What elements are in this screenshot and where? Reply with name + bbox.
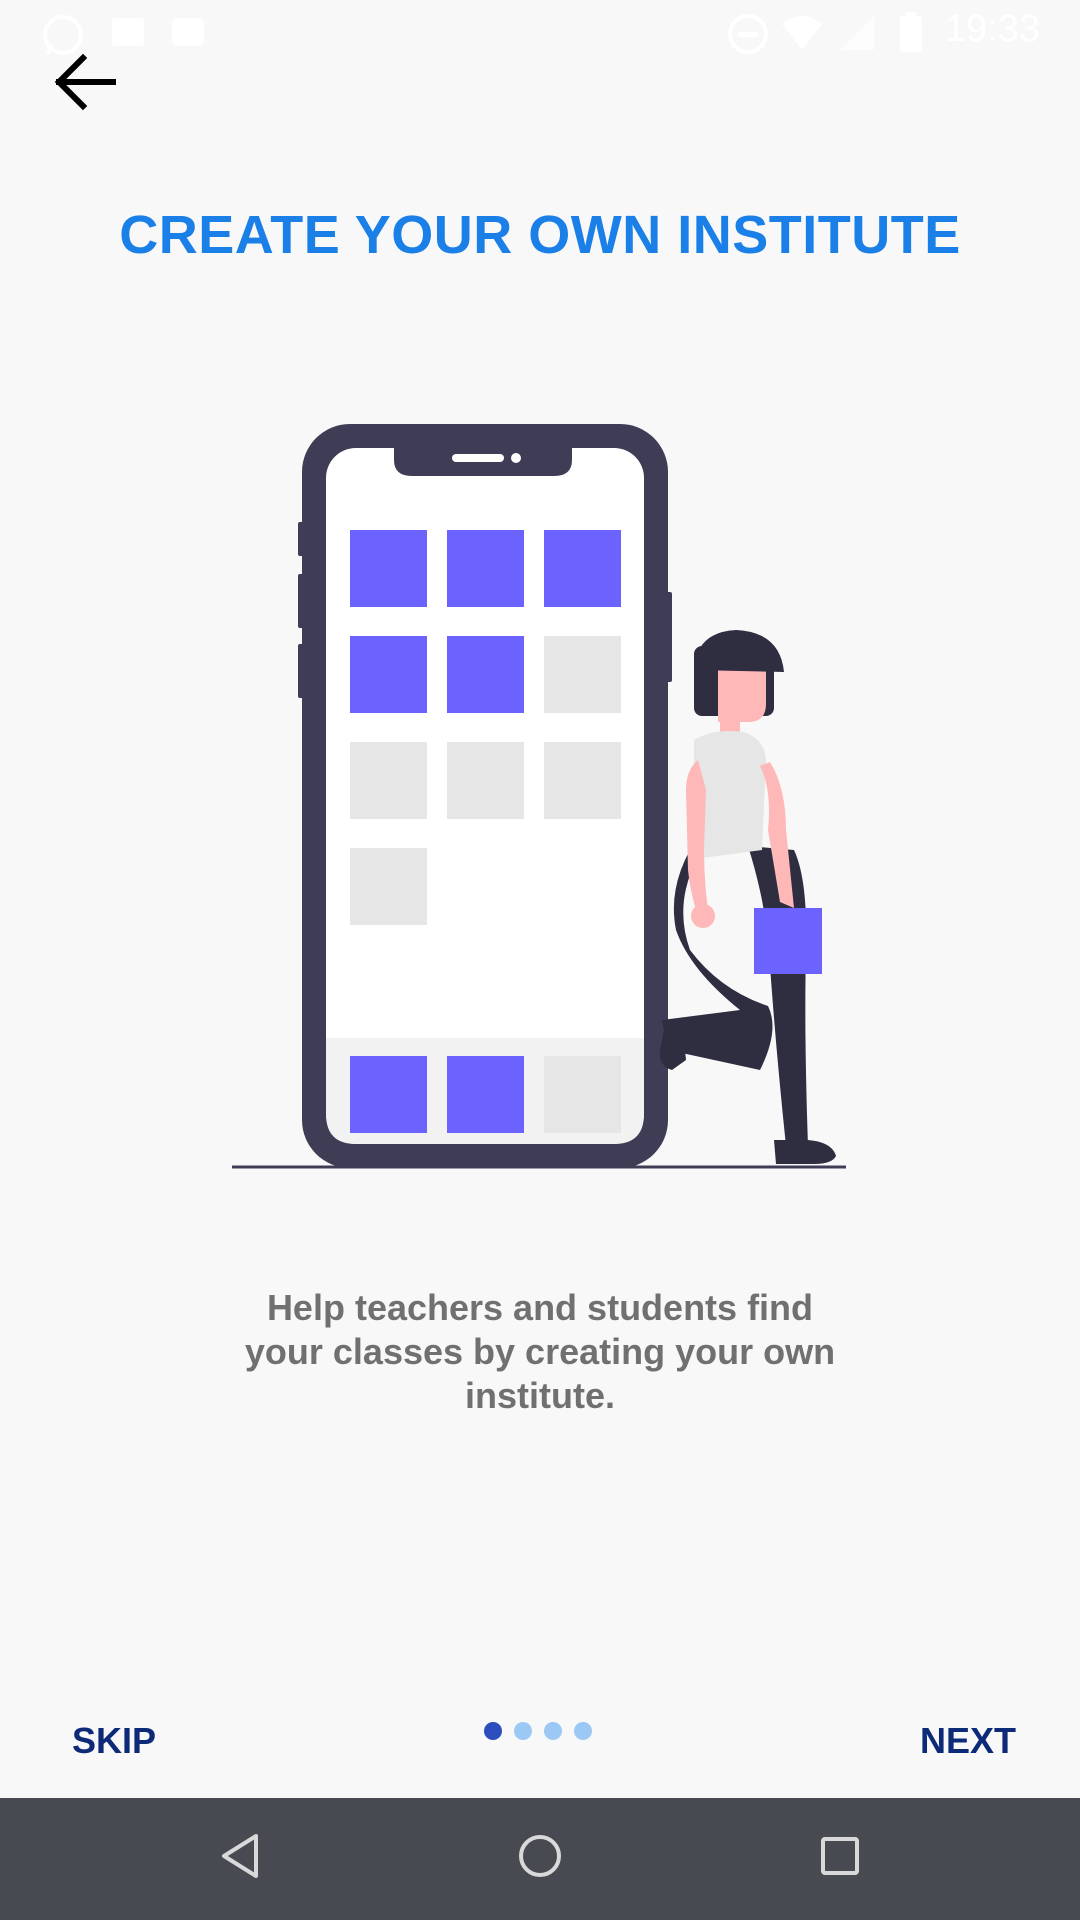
- app-tile: [544, 636, 621, 713]
- page-dot: [574, 1722, 592, 1740]
- next-button[interactable]: NEXT: [900, 1708, 1036, 1774]
- back-triangle-icon: [218, 1832, 262, 1885]
- app-tile: [350, 530, 427, 607]
- dnd-icon: [726, 12, 770, 61]
- phone-speaker: [452, 454, 504, 462]
- page-dot: [544, 1722, 562, 1740]
- person-tablet: [754, 908, 822, 974]
- onboarding-illustration: [220, 410, 860, 1180]
- person-shoe-back: [774, 1140, 836, 1164]
- phone-person-illustration: [232, 424, 846, 1169]
- app-tile: [350, 848, 427, 925]
- dock-tile: [350, 1056, 427, 1133]
- app-tile: [544, 530, 621, 607]
- home-circle-icon: [516, 1832, 564, 1885]
- system-navigation-bar: [0, 1798, 1080, 1920]
- onboarding-description: Help teachers and students find your cla…: [244, 1287, 836, 1416]
- battery-icon: [898, 12, 924, 59]
- nav-back-button[interactable]: [210, 1828, 270, 1888]
- dock-grid: [350, 1056, 621, 1133]
- app-tile: [544, 742, 621, 819]
- recents-square-icon: [818, 1834, 862, 1883]
- dock-tile: [544, 1056, 621, 1133]
- dock-tile: [447, 1056, 524, 1133]
- nav-recents-button[interactable]: [810, 1828, 870, 1888]
- status-time: 19:33: [944, 8, 1040, 50]
- person-leg-back: [748, 846, 808, 1146]
- person-bangs: [694, 630, 784, 672]
- arrow-left-icon: [51, 52, 117, 117]
- page-indicator: [484, 1722, 592, 1740]
- page-dot-active: [484, 1722, 502, 1740]
- wifi-icon: [780, 12, 824, 57]
- person-figure: [659, 630, 836, 1164]
- phone-camera: [511, 453, 521, 463]
- app-tile: [447, 530, 524, 607]
- page-title: CREATE YOUR OWN INSTITUTE: [119, 205, 961, 265]
- app-tile: [350, 742, 427, 819]
- message-icon: [168, 12, 208, 57]
- onboarding-screen: 19:33 CREATE YOUR OWN INSTITUTE Help tea…: [0, 0, 1080, 1920]
- page-dot: [514, 1722, 532, 1740]
- signal-icon: [836, 12, 876, 57]
- person-face: [718, 664, 766, 722]
- app-tile: [350, 636, 427, 713]
- skip-button[interactable]: SKIP: [52, 1708, 176, 1774]
- nav-home-button[interactable]: [510, 1828, 570, 1888]
- person-hand: [691, 904, 715, 928]
- back-button[interactable]: [44, 44, 124, 124]
- status-bar: 19:33: [0, 0, 1080, 60]
- app-tile: [447, 742, 524, 819]
- onboarding-footer: SKIP NEXT: [0, 1680, 1080, 1796]
- app-tile: [447, 636, 524, 713]
